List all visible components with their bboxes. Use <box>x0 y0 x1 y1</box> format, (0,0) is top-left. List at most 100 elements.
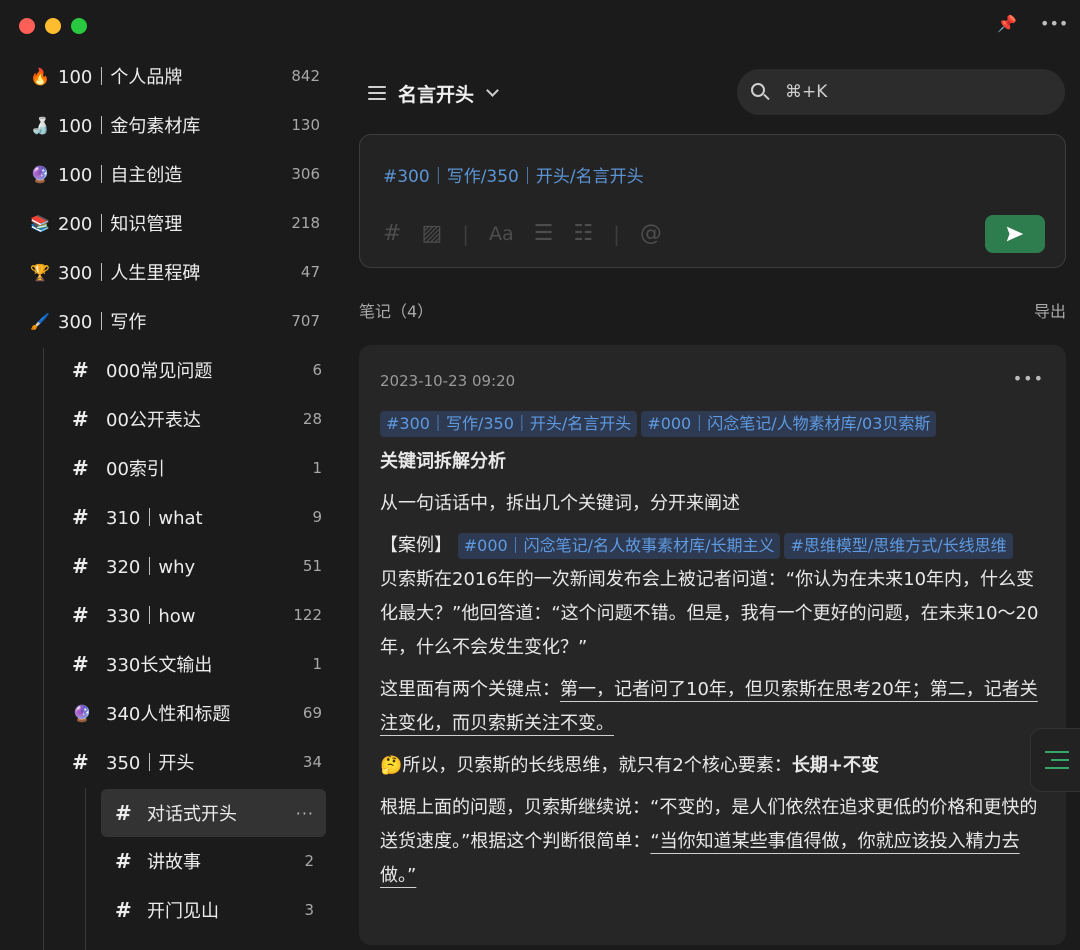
more-icon[interactable]: ••• <box>1040 14 1068 33</box>
search-bar[interactable]: ⌘+K <box>737 69 1065 115</box>
search-shortcut: ⌘+K <box>785 82 828 102</box>
sidebar-item-quotes[interactable]: 🍶 100｜金句素材库 130 <box>30 105 320 145</box>
books-icon: 📚 <box>30 213 50 233</box>
minimize-window-button[interactable] <box>45 18 61 34</box>
notes-count-label: 笔记（4） <box>359 302 434 321</box>
hash-icon: # <box>72 456 89 480</box>
menu-icon[interactable] <box>368 86 386 100</box>
divider: | <box>462 221 469 246</box>
hash-icon: # <box>115 898 132 922</box>
note-tag[interactable]: #300｜写作/350｜开头/名言开头 <box>380 411 638 437</box>
sidebar-item-count: 47 <box>300 263 320 281</box>
app-window: 📌 ••• 🔥 100｜个人品牌 842 🍶 100｜金句素材库 130 🔮 1… <box>0 0 1080 950</box>
editor-toolbar: # ▨ | Aa ☰ ☷ | @ <box>383 221 662 246</box>
notes-header: 笔记（4） 导出 <box>359 298 1066 321</box>
note-editor[interactable]: #300｜写作/350｜开头/名言开头 # ▨ | Aa ☰ ☷ | @ <box>359 134 1066 268</box>
hash-icon: # <box>72 652 89 676</box>
sidebar-item-count: 130 <box>291 116 320 134</box>
close-window-button[interactable] <box>19 18 35 34</box>
sidebar-item-label: 讲故事 <box>147 852 201 873</box>
sidebar-item-longform[interactable]: # 330长文输出 1 <box>72 644 322 684</box>
hash-icon: # <box>72 407 89 431</box>
note-tag[interactable]: #000｜闪念笔记/名人故事素材库/长期主义 <box>457 533 781 559</box>
note-tag[interactable]: #思维模型/思维方式/长线思维 <box>784 533 1013 559</box>
more-icon[interactable]: ••• <box>1013 369 1044 388</box>
more-icon[interactable]: ··· <box>296 804 314 823</box>
sidebar-item-count: 9 <box>312 508 322 526</box>
hash-icon: # <box>115 849 132 873</box>
outline-icon <box>1045 751 1069 769</box>
numbered-list-icon[interactable]: ☷ <box>573 221 593 246</box>
sidebar-item-label: 330长文输出 <box>106 655 213 676</box>
sidebar-item-why[interactable]: # 320｜why 51 <box>72 546 322 586</box>
trophy-icon: 🏆 <box>30 262 50 282</box>
sidebar-item-count: 3 <box>304 901 314 919</box>
note-card[interactable]: 2023-10-23 09:20 ••• #300｜写作/350｜开头/名言开头… <box>359 345 1066 945</box>
main-header: 名言开头 <box>368 78 499 108</box>
pin-icon[interactable]: 📌 <box>996 14 1018 33</box>
image-icon[interactable]: ▨ <box>421 221 442 246</box>
case-label: 【案例】 <box>380 535 452 556</box>
mention-icon[interactable]: @ <box>640 221 662 246</box>
hash-icon: # <box>72 505 89 529</box>
sidebar-item-label: 对话式开头 <box>147 804 237 825</box>
hash-icon: # <box>72 554 89 578</box>
sidebar-item-personal-brand[interactable]: 🔥 100｜个人品牌 842 <box>30 56 320 96</box>
note-tag[interactable]: #000｜闪念笔记/人物素材库/03贝索斯 <box>641 411 937 437</box>
page-title[interactable]: 名言开头 <box>398 80 474 107</box>
note-text: 这里面有两个关键点： <box>380 679 560 700</box>
search-icon <box>751 83 770 101</box>
hash-icon: # <box>115 801 132 825</box>
tree-line <box>43 348 44 950</box>
crystal-ball-icon: 🔮 <box>30 164 50 184</box>
hash-icon: # <box>72 750 89 774</box>
sidebar-item-count: 1 <box>312 655 322 673</box>
sidebar-item-label: 350｜开头 <box>106 753 195 774</box>
sidebar-item-what[interactable]: # 310｜what 9 <box>72 497 322 537</box>
export-button[interactable]: 导出 <box>1034 298 1066 321</box>
chevron-down-icon[interactable] <box>486 83 499 97</box>
editor-tag-text[interactable]: #300｜写作/350｜开头/名言开头 <box>383 162 644 187</box>
sidebar-item-milestones[interactable]: 🏆 300｜人生里程碑 47 <box>30 252 320 292</box>
sidebar-item-label: 310｜what <box>106 508 203 529</box>
sidebar-item-creation[interactable]: 🔮 100｜自主创造 306 <box>30 154 320 194</box>
send-button[interactable] <box>985 215 1045 253</box>
sidebar-item-how[interactable]: # 330｜how 122 <box>72 595 322 635</box>
sidebar-item-direct[interactable]: # 开门见山 3 <box>101 890 326 930</box>
maximize-window-button[interactable] <box>71 18 87 34</box>
sidebar-item-count: 34 <box>302 753 322 771</box>
outline-toggle-button[interactable] <box>1030 728 1080 792</box>
sidebar-item-label: 330｜how <box>106 606 196 627</box>
sidebar-item-opening[interactable]: # 350｜开头 34 <box>72 742 322 782</box>
sidebar-item-label: 00索引 <box>106 459 165 480</box>
sidebar-item-count: 218 <box>291 214 320 232</box>
sidebar-item-label: 000常见问题 <box>106 361 213 382</box>
sidebar-item-dialogue-opening[interactable]: # 对话式开头 ··· <box>101 789 326 837</box>
sidebar-item-index[interactable]: # 00索引 1 <box>72 448 322 488</box>
sidebar-item-count: 306 <box>291 165 320 183</box>
sidebar-item-label: 100｜自主创造 <box>58 165 183 186</box>
sidebar-item-label: 340人性和标题 <box>106 704 231 725</box>
sidebar-item-human-nature[interactable]: 🔮 340人性和标题 69 <box>72 693 322 733</box>
note-bold-text: 长期+不变 <box>791 755 879 776</box>
sidebar-item-faq[interactable]: # 000常见问题 6 <box>72 350 322 390</box>
hash-icon[interactable]: # <box>383 221 401 246</box>
sidebar-item-label: 300｜人生里程碑 <box>58 263 201 284</box>
sidebar-item-writing[interactable]: 🖌️ 300｜写作 707 <box>30 301 320 341</box>
font-icon[interactable]: Aa <box>489 223 514 245</box>
bullet-list-icon[interactable]: ☰ <box>534 221 554 246</box>
note-paragraph: 根据上面的问题，贝索斯继续说：“不变的，是人们依然在追求更低的价格和更快的送货速… <box>380 791 1045 893</box>
sidebar-item-label: 200｜知识管理 <box>58 214 183 235</box>
sidebar-item-public[interactable]: # 00公开表达 28 <box>72 399 322 439</box>
sidebar-item-label: 00公开表达 <box>106 410 201 431</box>
note-paragraph: 这里面有两个关键点：第一，记者问了10年，但贝索斯在思考20年；第二，记者关注变… <box>380 673 1045 741</box>
crystal-ball-icon: 🔮 <box>72 703 92 723</box>
sidebar-item-count: 2 <box>304 852 314 870</box>
sidebar-item-label: 开门见山 <box>147 901 219 922</box>
sidebar-item-count: 122 <box>293 606 322 624</box>
sidebar-item-count: 1 <box>312 459 322 477</box>
sidebar-item-knowledge[interactable]: 📚 200｜知识管理 218 <box>30 203 320 243</box>
note-tags: #300｜写作/350｜开头/名言开头 #000｜闪念笔记/人物素材库/03贝索斯 <box>380 411 1045 437</box>
sidebar-item-storytelling[interactable]: # 讲故事 2 <box>101 841 326 881</box>
send-icon <box>1006 226 1024 242</box>
